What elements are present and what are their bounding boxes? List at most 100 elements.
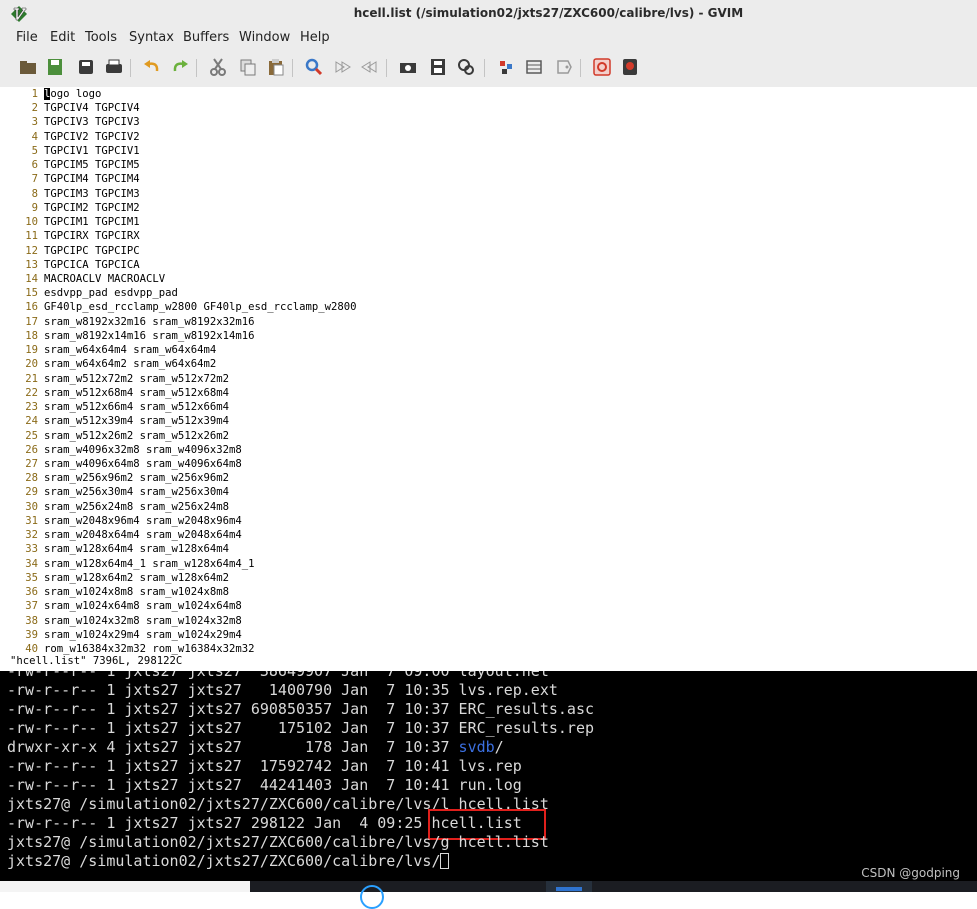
menu-edit[interactable]: Edit (50, 30, 75, 45)
editor-line[interactable]: 30 sram_w256x24m8 sram_w256x24m8 (0, 500, 229, 514)
editor-line[interactable]: 40 rom_w16384x32m32 rom_w16384x32m32 (0, 642, 254, 656)
editor-line[interactable]: 3 TGPCIV3 TGPCIV3 (0, 115, 140, 129)
menu-help[interactable]: Help (300, 30, 330, 45)
editor-line[interactable]: 8 TGPCIM3 TGPCIM3 (0, 187, 140, 201)
file-metadata: -rw-r--r-- 1 jxts27 jxts27 17592742 Jan … (7, 757, 459, 775)
editor-line[interactable]: 15 esdvpp_pad esdvpp_pad (0, 286, 178, 300)
paste-icon[interactable] (266, 57, 286, 77)
editor-line[interactable]: 31 sram_w2048x96m4 sram_w2048x96m4 (0, 514, 241, 528)
save-all-icon[interactable] (76, 57, 96, 77)
find-prev-icon[interactable] (360, 57, 380, 77)
editor-line[interactable]: 7 TGPCIM4 TGPCIM4 (0, 172, 140, 186)
file-metadata: -rw-r--r-- 1 jxts27 jxts27 1400790 Jan 7… (7, 681, 459, 699)
file-metadata: -rw-r--r-- 1 jxts27 jxts27 690850357 Jan… (7, 700, 459, 718)
file-listing-row: -rw-r--r-- 1 jxts27 jxts27 175102 Jan 7 … (7, 719, 594, 738)
taskbar (0, 881, 977, 909)
menu-window[interactable]: Window (239, 30, 290, 45)
editor-line[interactable]: 33 sram_w128x64m4 sram_w128x64m4 (0, 542, 229, 556)
editor-line[interactable]: 22 sram_w512x68m4 sram_w512x68m4 (0, 386, 229, 400)
editor-line[interactable]: 17 sram_w8192x32m16 sram_w8192x32m16 (0, 315, 254, 329)
line-number: 29 (25, 486, 38, 499)
directory-slash: / (494, 738, 504, 756)
file-name: run.log (458, 776, 522, 794)
title-bar[interactable]: hcell.list (/simulation02/jxts27/ZXC600/… (0, 0, 977, 28)
file-name: ERC_results.rep (458, 719, 595, 737)
editor-line[interactable]: 5 TGPCIV1 TGPCIV1 (0, 144, 140, 158)
editor-line[interactable]: 34 sram_w128x64m4_1 sram_w128x64m4_1 (0, 557, 254, 571)
help-icon[interactable] (592, 57, 612, 77)
editor-line[interactable]: 39 sram_w1024x29m4 sram_w1024x29m4 (0, 628, 241, 642)
menu-file[interactable]: File (16, 30, 38, 45)
editor-line[interactable]: 10 TGPCIM1 TGPCIM1 (0, 215, 139, 229)
terminal-partial-line: -rw-r--r-- 1 jxts27 jxts27 38649907 Jan … (7, 671, 549, 680)
editor-line[interactable]: 1 logo logo (0, 87, 101, 101)
editor-line[interactable]: 36 sram_w1024x8m8 sram_w1024x8m8 (0, 585, 229, 599)
line-number: 18 (25, 329, 38, 342)
editor-line[interactable]: 26 sram_w4096x32m8 sram_w4096x32m8 (0, 443, 241, 457)
editor-line[interactable]: 12 TGPCIPC TGPCIPC (0, 244, 139, 258)
editor-line[interactable]: 13 TGPCICA TGPCICA (0, 258, 139, 272)
line-number: 11 (25, 230, 38, 243)
editor-line[interactable]: 14 MACROACLV MACROACLV (0, 272, 165, 286)
save-icon[interactable] (45, 57, 65, 77)
load-session-icon[interactable] (398, 57, 418, 77)
editor-line[interactable]: 27 sram_w4096x64m8 sram_w4096x64m8 (0, 457, 241, 471)
status-line: "hcell.list" 7396L, 298122C (10, 655, 183, 667)
save-session-icon[interactable] (428, 57, 448, 77)
taskbar-active-app[interactable] (546, 881, 592, 892)
file-metadata: -rw-r--r-- 1 jxts27 jxts27 175102 Jan 7 … (7, 719, 459, 737)
make-icon[interactable] (496, 57, 516, 77)
editor-line[interactable]: 24 sram_w512x39m4 sram_w512x39m4 (0, 414, 229, 428)
menu-syntax[interactable]: Syntax (129, 30, 174, 45)
find-help-icon[interactable] (620, 57, 640, 77)
copy-icon[interactable] (238, 57, 258, 77)
print-icon[interactable] (104, 57, 124, 77)
tags-jump-icon[interactable] (554, 57, 574, 77)
line-number: 15 (25, 287, 38, 300)
editor-line[interactable]: 37 sram_w1024x64m8 sram_w1024x64m8 (0, 599, 241, 613)
shell-icon[interactable] (524, 57, 544, 77)
editor-line[interactable]: 35 sram_w128x64m2 sram_w128x64m2 (0, 571, 229, 585)
cut-icon[interactable] (208, 57, 228, 77)
line-text: sram_w512x68m4 sram_w512x68m4 (44, 386, 229, 399)
line-text: MACROACLV MACROACLV (44, 272, 166, 285)
find-replace-icon[interactable] (304, 57, 324, 77)
undo-icon[interactable] (142, 57, 162, 77)
editor-line[interactable]: 23 sram_w512x66m4 sram_w512x66m4 (0, 400, 229, 414)
editor-line[interactable]: 25 sram_w512x26m2 sram_w512x26m2 (0, 429, 229, 443)
editor-line[interactable]: 19 sram_w64x64m4 sram_w64x64m4 (0, 343, 216, 357)
line-number: 24 (25, 415, 38, 428)
editor-line[interactable]: 9 TGPCIM2 TGPCIM2 (0, 201, 140, 215)
line-number: 37 (25, 600, 38, 613)
line-text: TGPCIM2 TGPCIM2 (44, 201, 140, 214)
editor-line[interactable]: 32 sram_w2048x64m4 sram_w2048x64m4 (0, 528, 241, 542)
editor-line[interactable]: 18 sram_w8192x14m16 sram_w8192x14m16 (0, 329, 254, 343)
run-script-icon[interactable] (456, 57, 476, 77)
redo-icon[interactable] (170, 57, 190, 77)
file-listing-row: -rw-r--r-- 1 jxts27 jxts27 690850357 Jan… (7, 700, 594, 719)
editor-line[interactable]: 2 TGPCIV4 TGPCIV4 (0, 101, 140, 115)
editor-line[interactable]: 20 sram_w64x64m2 sram_w64x64m2 (0, 357, 216, 371)
editor-line[interactable]: 38 sram_w1024x32m8 sram_w1024x32m8 (0, 614, 241, 628)
find-next-icon[interactable] (332, 57, 352, 77)
line-number: 27 (25, 457, 38, 470)
editor-line[interactable]: 29 sram_w256x30m4 sram_w256x30m4 (0, 485, 229, 499)
line-text: rom_w16384x32m32 rom_w16384x32m32 (44, 642, 255, 655)
editor-line[interactable]: 11 TGPCIRX TGPCIRX (0, 229, 139, 243)
menu-tools[interactable]: Tools (85, 30, 117, 45)
editor-line[interactable]: 16 GF40lp_esd_rcclamp_w2800 GF40lp_esd_rc… (0, 300, 356, 314)
editor-line[interactable]: 21 sram_w512x72m2 sram_w512x72m2 (0, 372, 229, 386)
line-number: 40 (25, 642, 38, 655)
editor-line[interactable]: 4 TGPCIV2 TGPCIV2 (0, 130, 140, 144)
file-metadata: drwxr-xr-x 4 jxts27 jxts27 178 Jan 7 10:… (7, 738, 459, 756)
editor-line[interactable]: 28 sram_w256x96m2 sram_w256x96m2 (0, 471, 229, 485)
text-editor[interactable]: 1 logo logo 2 TGPCIV4 TGPCIV4 3 TGPCIV3 TGPCI… (0, 87, 977, 655)
gvim-window: hcell.list (/simulation02/jxts27/ZXC600/… (0, 0, 977, 671)
menu-buffers[interactable]: Buffers (183, 30, 229, 45)
editor-line[interactable]: 6 TGPCIM5 TGPCIM5 (0, 158, 140, 172)
line-number: 36 (25, 586, 38, 599)
watermark: CSDN @godping (861, 866, 960, 880)
open-icon[interactable] (18, 57, 38, 77)
terminal[interactable]: -rw-r--r-- 1 jxts27 jxts27 38649907 Jan … (0, 671, 977, 881)
browser-icon[interactable] (360, 885, 384, 909)
